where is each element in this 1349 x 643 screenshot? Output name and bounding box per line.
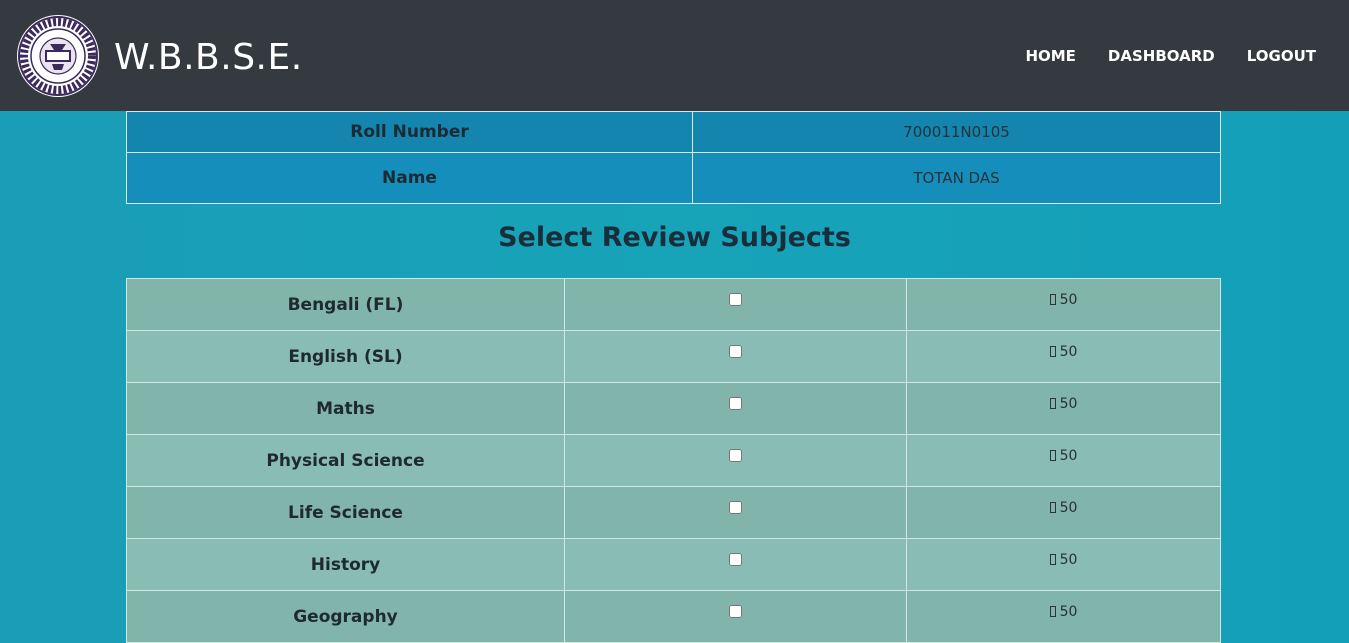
subject-name: Geography xyxy=(126,590,565,643)
nav-menu: HOME DASHBOARD LOGOUT xyxy=(1025,44,1316,68)
brand-title[interactable]: W.B.B.S.E. xyxy=(114,34,303,82)
subject-row: Maths 50 xyxy=(126,382,1221,435)
subject-fee: 50 xyxy=(1059,551,1078,568)
subject-fee: 50 xyxy=(1059,499,1078,516)
rupee-icon xyxy=(1049,398,1056,410)
nav-logout-link[interactable]: LOGOUT xyxy=(1247,44,1316,68)
rupee-icon xyxy=(1049,502,1056,514)
subject-row: Bengali (FL) 50 xyxy=(126,278,1221,331)
subject-checkbox-physical-science[interactable] xyxy=(729,449,742,462)
name-value: TOTAN DAS xyxy=(692,152,1221,204)
review-subjects-table: Bengali (FL) 50 English (SL) 50 Maths 50… xyxy=(126,278,1221,643)
section-title: Select Review Subjects xyxy=(498,222,851,253)
top-navbar: W.B.B.S.E. HOME DASHBOARD LOGOUT xyxy=(0,0,1349,111)
roll-number-row: Roll Number 700011N0105 xyxy=(126,111,1221,153)
subject-row: Life Science 50 xyxy=(126,486,1221,539)
rupee-icon xyxy=(1049,554,1056,566)
subject-checkbox-bengali[interactable] xyxy=(729,293,742,306)
roll-number-label: Roll Number xyxy=(126,111,693,153)
name-label: Name xyxy=(126,152,693,204)
rupee-icon xyxy=(1049,450,1056,462)
rupee-icon xyxy=(1049,294,1056,306)
subject-checkbox-life-science[interactable] xyxy=(729,501,742,514)
subject-name: History xyxy=(126,538,565,591)
nav-dashboard-link[interactable]: DASHBOARD xyxy=(1108,44,1215,68)
name-row: Name TOTAN DAS xyxy=(126,152,1221,204)
student-info-table: Roll Number 700011N0105 Name TOTAN DAS xyxy=(126,111,1221,204)
subject-name: Life Science xyxy=(126,486,565,539)
subject-checkbox-history[interactable] xyxy=(729,553,742,566)
subject-fee: 50 xyxy=(1059,343,1078,360)
subject-name: Maths xyxy=(126,382,565,435)
subject-fee: 50 xyxy=(1059,603,1078,620)
subject-fee: 50 xyxy=(1059,291,1078,308)
subject-row: Geography 50 xyxy=(126,590,1221,643)
rupee-icon xyxy=(1049,606,1056,618)
subject-fee: 50 xyxy=(1059,447,1078,464)
roll-number-value: 700011N0105 xyxy=(692,111,1221,153)
rupee-icon xyxy=(1049,346,1056,358)
subject-row: English (SL) 50 xyxy=(126,330,1221,383)
subject-row: Physical Science 50 xyxy=(126,434,1221,487)
subject-fee: 50 xyxy=(1059,395,1078,412)
subject-checkbox-maths[interactable] xyxy=(729,397,742,410)
subject-checkbox-english[interactable] xyxy=(729,345,742,358)
subject-checkbox-geography[interactable] xyxy=(729,605,742,618)
wbbse-seal-icon[interactable] xyxy=(16,14,100,98)
subject-name: Physical Science xyxy=(126,434,565,487)
subject-name: Bengali (FL) xyxy=(126,278,565,331)
nav-home-link[interactable]: HOME xyxy=(1025,44,1075,68)
subject-row: History 50 xyxy=(126,538,1221,591)
subject-name: English (SL) xyxy=(126,330,565,383)
